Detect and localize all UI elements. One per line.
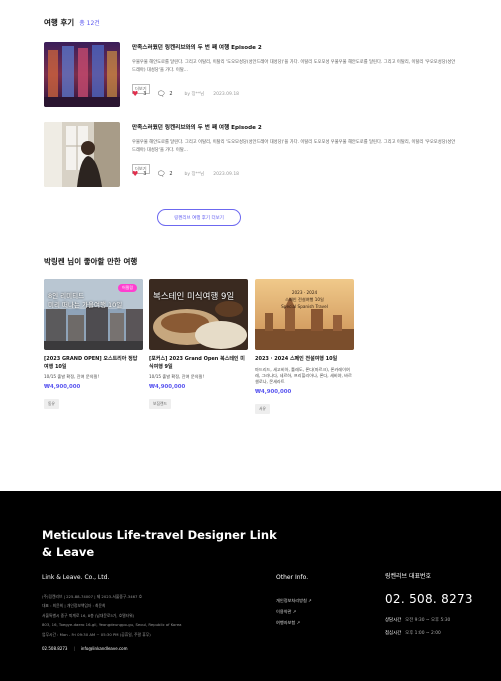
info-line: 서울특별시 중구 퇴계로 16, 8층 (남대문로5가, 호텔타워): [42, 612, 135, 618]
tour-tag[interactable]: 보집랜드: [149, 399, 171, 409]
tour-desc: 10/15 출발 확정, 잔여 문의필!: [44, 374, 100, 379]
tour-card[interactable]: 2023 · 2024 스페인 전설여행 10일 Special Spanish…: [255, 279, 354, 414]
review-author: by 장**님: [184, 92, 205, 97]
tour-price: ₩4,900,000: [255, 388, 292, 395]
hours-label: 상담시간: [385, 618, 402, 623]
footer-links: 개인정보처리방침 ↗ 이용약관 ↗ 여행자보험 ↗: [276, 595, 312, 628]
review-author: by 장**님: [184, 172, 205, 177]
tour-image-text: 복스테인 미식여행 9일: [153, 292, 235, 302]
tour-name[interactable]: [포커스] 2023 Grand Open 복스테인 미식여행 9일: [149, 356, 248, 371]
tel-title: 링켄리브 대표번호: [385, 573, 432, 580]
review-title[interactable]: 만족스러웠던 링켄리브와의 두 번 째 여행 Episode 2: [132, 123, 456, 131]
info-line: 대표 : 최윤희 | 개인정보책임자 : 최윤희: [42, 603, 106, 609]
hours-value: 오후 1:00 ~ 2:00: [405, 631, 441, 636]
terms-link[interactable]: 이용약관 ↗: [276, 606, 312, 617]
tour-price: ₩4,900,000: [44, 384, 81, 390]
footer-email[interactable]: info@linkandleave.com: [81, 646, 128, 651]
tour-price: ₩4,900,000: [149, 384, 186, 390]
tour-thumbnail[interactable]: 2023 · 2024 스페인 전설여행 10일 Special Spanish…: [255, 279, 354, 350]
like-count: 3: [143, 171, 147, 177]
tour-name[interactable]: 2023 · 2024 스페인 전설여행 10일: [255, 356, 354, 364]
tour-image-text: 8인 리미티드 미리 떠나는 가을여행 10일: [48, 292, 123, 309]
footer-slogan: Meticulous Life-travel Designer Link & L…: [42, 528, 277, 559]
recommend-title: 박링켄 님이 좋아할 만한 여행: [44, 257, 138, 266]
review-date: 2023.09.18: [213, 91, 240, 97]
business-hours: 상담시간 오전 9:30 ~ 오후 5:30 점심시간 오후 1:00 ~ 2:00: [385, 614, 450, 640]
hours-label: 점심시간: [385, 631, 402, 636]
heart-icon[interactable]: ♥: [132, 90, 138, 98]
tour-thumbnail[interactable]: 어필링 8인 리미티드 미리 떠나는 가을여행 10일: [44, 279, 143, 350]
review-thumbnail[interactable]: [44, 42, 120, 107]
tour-image-text: 2023 · 2024 스페인 전설여행 10일 Special Spanish…: [281, 290, 328, 309]
tour-tag[interactable]: 동유: [44, 399, 59, 409]
section-heading: 여행 후기: [44, 18, 75, 27]
review-item[interactable]: 만족스러웠던 링켄리브와의 두 번 째 여행 Episode 2 우물우물 해안…: [44, 122, 456, 192]
comment-count: 2: [169, 171, 173, 177]
review-thumbnail[interactable]: [44, 122, 120, 187]
tour-name[interactable]: [2023 GRAND OPEN] 오스트리아 정답 여행 10일: [44, 356, 143, 371]
footer: Meticulous Life-travel Designer Link & L…: [0, 491, 501, 681]
tour-card[interactable]: 어필링 8인 리미티드 미리 떠나는 가을여행 10일 [2023 GRAND …: [44, 279, 143, 409]
other-info-title: Other Info.: [276, 574, 309, 581]
footer-contact: 02.508.8273 | info@linkandleave.com: [42, 646, 128, 651]
review-date: 2023.09.18: [213, 171, 240, 177]
review-text: 우물우물 해안도로를 달린다. 그리고 이탈리, 이탈리 '도오모성당(성안드레…: [132, 140, 456, 153]
more-reviews-button[interactable]: 링켄리브 여행 후기 더보기: [157, 209, 241, 226]
review-title[interactable]: 만족스러웠던 링켄리브와의 두 번 째 여행 Episode 2: [132, 43, 456, 51]
comment-icon[interactable]: 🗨: [156, 170, 165, 178]
comment-icon[interactable]: 🗨: [156, 90, 165, 98]
contact-divider: |: [73, 646, 75, 651]
info-line: 803, 16, Toegye-daero 16-gil, Yeongdeung…: [42, 622, 182, 628]
footer-company-info: (주)링켄리브 | 225-88-74007 | 제 2023-서울중구-346…: [42, 594, 242, 641]
like-count: 3: [143, 91, 147, 97]
review-meta: ♥ 3 🗨 2 by 장**님 2023.09.18: [132, 170, 239, 178]
tour-card[interactable]: 복스테인 미식여행 9일 [포커스] 2023 Grand Open 복스테인 …: [149, 279, 248, 409]
footer-phone[interactable]: 02.508.8273: [42, 646, 67, 651]
main-phone-number[interactable]: 02. 508. 8273: [385, 592, 473, 606]
tour-desc: 마드리드, 세고비아, 톨레도, 론다(마르크), 론카레이여 레, 그라나다,…: [255, 366, 352, 384]
privacy-policy-link[interactable]: 개인정보처리방침 ↗: [276, 595, 312, 606]
review-text: 우물우물 해안도로를 달린다. 그리고 이탈리, 이탈리 '도오모성당(성안드레…: [132, 60, 456, 73]
heart-icon[interactable]: ♥: [132, 170, 138, 178]
info-line: 업무시간 : Mon - Fri 09:30 AM ~ 05:30 PM (공휴…: [42, 631, 151, 637]
review-count: 총 12건: [79, 20, 100, 27]
tour-desc: 10/15 출발 확정, 잔여 문의필!: [149, 374, 205, 379]
travel-insurance-link[interactable]: 여행자보험 ↗: [276, 617, 312, 628]
comment-count: 2: [169, 91, 173, 97]
hours-value: 오전 9:30 ~ 오후 5:30: [405, 618, 451, 623]
info-line: (주)링켄리브 | 225-88-74007 | 제 2023-서울중구-346…: [42, 594, 143, 599]
tour-tag[interactable]: 서유: [255, 403, 270, 414]
reviews-section-title: 여행 후기 총 12건: [44, 17, 100, 28]
tour-thumbnail[interactable]: 복스테인 미식여행 9일: [149, 279, 248, 350]
footer-company: Link & Leave. Co., Ltd.: [42, 574, 110, 581]
tour-badge: 어필링: [117, 284, 137, 292]
review-item[interactable]: 만족스러웠던 링켄리브와의 두 번 째 여행 Episode 2 우물우물 해안…: [44, 42, 456, 112]
review-meta: ♥ 3 🗨 2 by 장**님 2023.09.18: [132, 90, 239, 98]
